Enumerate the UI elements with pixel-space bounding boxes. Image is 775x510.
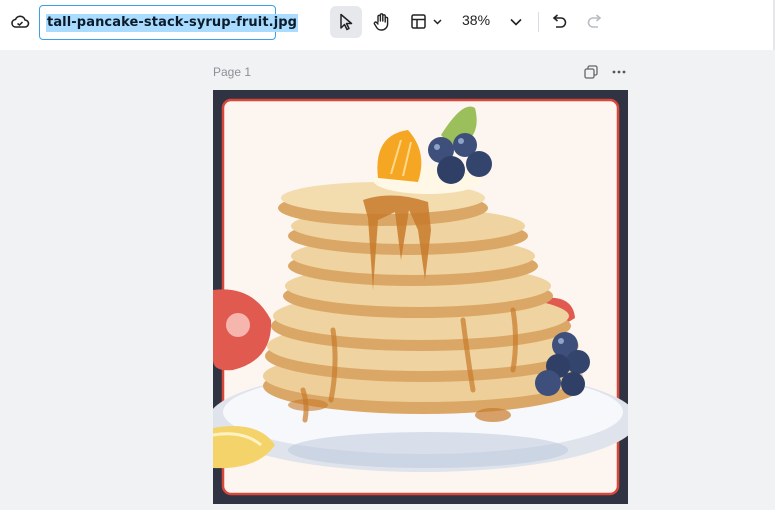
toolbar-divider xyxy=(538,12,539,32)
pancake-illustration xyxy=(213,98,628,496)
filename-text: tall-pancake-stack-syrup-fruit.jpg xyxy=(46,13,299,32)
zoom-level[interactable]: 38% xyxy=(462,12,490,28)
undo-icon[interactable] xyxy=(548,10,570,34)
cursor-arrow-icon xyxy=(340,13,353,31)
duplicate-page-icon[interactable] xyxy=(582,64,600,80)
hand-tool-button[interactable] xyxy=(368,6,396,38)
more-horizontal-icon[interactable] xyxy=(610,64,628,80)
hand-pan-icon xyxy=(373,13,389,31)
canvas-page[interactable] xyxy=(213,90,628,504)
filename-input[interactable]: tall-pancake-stack-syrup-fruit.jpg xyxy=(39,5,299,40)
select-tool-button[interactable] xyxy=(330,6,362,38)
top-toolbar: tall-pancake-stack-syrup-fruit.jpg 38% xyxy=(0,0,775,50)
redo-icon[interactable] xyxy=(584,10,606,34)
page-label: Page 1 xyxy=(213,65,252,79)
layout-menu-button[interactable] xyxy=(408,6,448,38)
cloud-sync-icon[interactable] xyxy=(6,10,34,34)
chevron-down-icon[interactable] xyxy=(506,10,526,34)
